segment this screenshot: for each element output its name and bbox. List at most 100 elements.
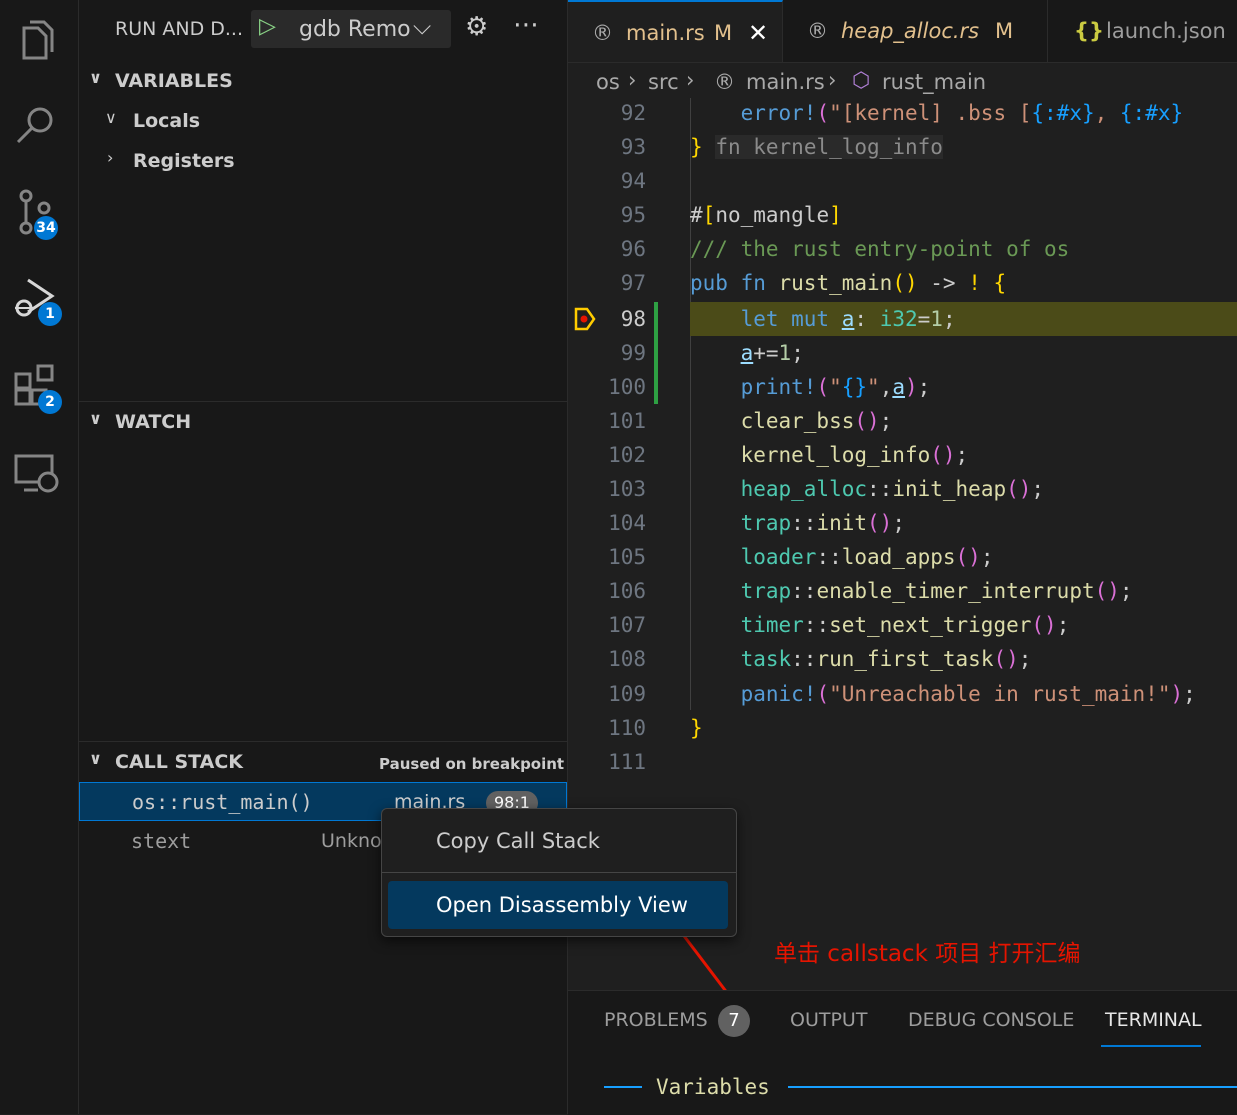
line-number: 103 <box>608 477 646 501</box>
code-line[interactable]: 106 trap::enable_timer_interrupt(); <box>568 574 1237 608</box>
explorer-icon[interactable] <box>12 14 60 62</box>
tab-debug-console[interactable]: DEBUG CONSOLE <box>908 1009 1074 1031</box>
function-symbol-icon: ⬡ <box>852 68 871 92</box>
breadcrumb-item[interactable]: rust_main <box>882 70 986 94</box>
search-icon[interactable] <box>12 100 60 148</box>
tab-label: main.rs <box>626 21 705 45</box>
watch-section-header[interactable]: ∨ WATCH <box>79 403 567 443</box>
rust-icon: ® <box>592 21 613 45</box>
code-line[interactable]: 96/// the rust entry-point of os <box>568 232 1237 266</box>
call-stack-section-header[interactable]: ∨ CALL STACK Paused on breakpoint <box>79 743 567 783</box>
source-control-badge: 34 <box>34 216 58 240</box>
divider <box>79 741 567 742</box>
code-line-current[interactable]: 98 let mut a: i32=1; <box>568 302 1237 336</box>
breadcrumb-item[interactable]: os <box>596 70 620 94</box>
variables-header-label: VARIABLES <box>115 70 233 92</box>
tab-launch-json[interactable]: {} launch.json <box>1048 0 1237 62</box>
code-line[interactable]: 107 timer::set_next_trigger(); <box>568 608 1237 642</box>
code-line[interactable]: 94 <box>568 164 1237 198</box>
tree-item-locals[interactable]: ∨ Locals <box>79 102 567 140</box>
line-number: 94 <box>620 169 646 193</box>
breadcrumb-item[interactable]: main.rs <box>746 70 825 94</box>
tree-item-registers[interactable]: › Registers <box>79 142 567 180</box>
code-line[interactable]: 92 error!("[kernel] .bss [{:#x}, {:#x} <box>568 96 1237 130</box>
code-line[interactable]: 101 clear_bss(); <box>568 404 1237 438</box>
frame-file: Unkno <box>321 830 382 852</box>
start-debug-icon[interactable]: ▷ <box>259 14 276 39</box>
frame-name: os::rust_main() <box>132 790 313 814</box>
line-number: 102 <box>608 443 646 467</box>
line-number: 99 <box>620 341 646 365</box>
tab-terminal[interactable]: TERMINAL <box>1105 1009 1202 1031</box>
line-number: 98 <box>620 307 646 331</box>
code-line[interactable]: 97 pub fn rust_main() -> ! { <box>568 266 1237 300</box>
code-line[interactable]: 105 loader::load_apps(); <box>568 540 1237 574</box>
launch-config-label: gdb Remo <box>299 17 411 42</box>
close-icon[interactable]: ✕ <box>748 2 768 62</box>
code-line[interactable]: 95 #[no_mangle] <box>568 198 1237 232</box>
code-line[interactable]: 100 print!("{}",a); <box>568 370 1237 404</box>
modified-indicator: M <box>714 21 733 45</box>
divider <box>788 1086 1237 1088</box>
context-menu: Copy Call Stack Open Disassembly View <box>381 808 737 937</box>
run-debug-icon[interactable]: 1 <box>12 272 62 326</box>
chevron-right-icon: › <box>828 68 837 92</box>
active-tab-indicator <box>1101 1045 1201 1047</box>
code-line[interactable]: 103 heap_alloc::init_heap(); <box>568 472 1237 506</box>
line-number: 109 <box>608 682 646 706</box>
line-number: 95 <box>620 203 646 227</box>
chevron-down-icon: ∨ <box>89 749 102 768</box>
line-number: 111 <box>608 750 646 774</box>
line-number: 92 <box>620 101 646 125</box>
remote-explorer-icon[interactable] <box>12 448 60 496</box>
tab-problems[interactable]: PROBLEMS <box>604 1009 708 1031</box>
chevron-right-icon: › <box>686 68 695 92</box>
gear-icon[interactable]: ⚙ <box>465 12 488 42</box>
terminal-heading: Variables <box>656 1075 770 1099</box>
chevron-down-icon: ∨ <box>89 409 102 428</box>
tree-item-label: Locals <box>133 110 201 132</box>
tab-heap-alloc-rs[interactable]: ® heap_alloc.rs M <box>783 0 1048 62</box>
editor-tabs: ® main.rs M ✕ ® heap_alloc.rs M {} launc… <box>568 0 1237 63</box>
tab-output[interactable]: OUTPUT <box>790 1009 867 1031</box>
tab-label: launch.json <box>1106 19 1226 43</box>
variables-section-header[interactable]: ∨ VARIABLES <box>79 62 567 102</box>
extensions-icon[interactable]: 2 <box>12 360 62 414</box>
code-line[interactable]: 108 task::run_first_task(); <box>568 642 1237 676</box>
code-line[interactable]: 104 trap::init(); <box>568 506 1237 540</box>
code-line[interactable]: 110} <box>568 711 1237 745</box>
code-line[interactable]: 99 a+=1; <box>568 336 1237 370</box>
code-line[interactable]: 109 panic!("Unreachable in rust_main!"); <box>568 677 1237 711</box>
source-control-icon[interactable]: 34 <box>12 186 60 240</box>
more-actions-icon[interactable]: ⋯ <box>513 10 539 40</box>
menu-item-label: Copy Call Stack <box>436 829 600 853</box>
tab-main-rs[interactable]: ® main.rs M ✕ <box>568 0 783 62</box>
launch-config-select[interactable]: ▷ gdb Remo ⌵ <box>251 10 451 48</box>
chevron-down-icon: ⌵ <box>413 12 432 40</box>
bottom-panel: PROBLEMS 7 OUTPUT DEBUG CONSOLE TERMINAL… <box>568 990 1237 1115</box>
line-number: 100 <box>608 375 646 399</box>
menu-item-copy-call-stack[interactable]: Copy Call Stack <box>388 817 728 865</box>
chevron-down-icon: ∨ <box>89 68 102 87</box>
line-number: 104 <box>608 511 646 535</box>
breadcrumb-item[interactable]: src <box>648 70 679 94</box>
sidebar-title: RUN AND D... <box>115 18 243 40</box>
activity-bar: 34 1 2 <box>0 0 79 1114</box>
extensions-badge: 2 <box>38 390 62 414</box>
line-number: 108 <box>608 647 646 671</box>
line-number: 105 <box>608 545 646 569</box>
debug-sidebar: RUN AND D... ▷ gdb Remo ⌵ ⚙ ⋯ ∨ VARIABLE… <box>79 0 568 1114</box>
frame-name: stext <box>131 829 192 853</box>
debug-badge: 1 <box>38 302 62 326</box>
problems-count-badge: 7 <box>718 1005 750 1037</box>
call-stack-status: Paused on breakpoint <box>379 755 565 773</box>
chevron-down-icon: ∨ <box>105 108 117 127</box>
line-number: 93 <box>620 135 646 159</box>
watch-header-label: WATCH <box>115 411 192 433</box>
menu-item-open-disassembly-view[interactable]: Open Disassembly View <box>388 881 728 929</box>
code-line[interactable]: 93} fn kernel_log_info <box>568 130 1237 164</box>
json-icon: {} <box>1074 19 1104 43</box>
divider <box>382 872 736 873</box>
code-line[interactable]: 102 kernel_log_info(); <box>568 438 1237 472</box>
code-line[interactable]: 111 <box>568 745 1237 779</box>
